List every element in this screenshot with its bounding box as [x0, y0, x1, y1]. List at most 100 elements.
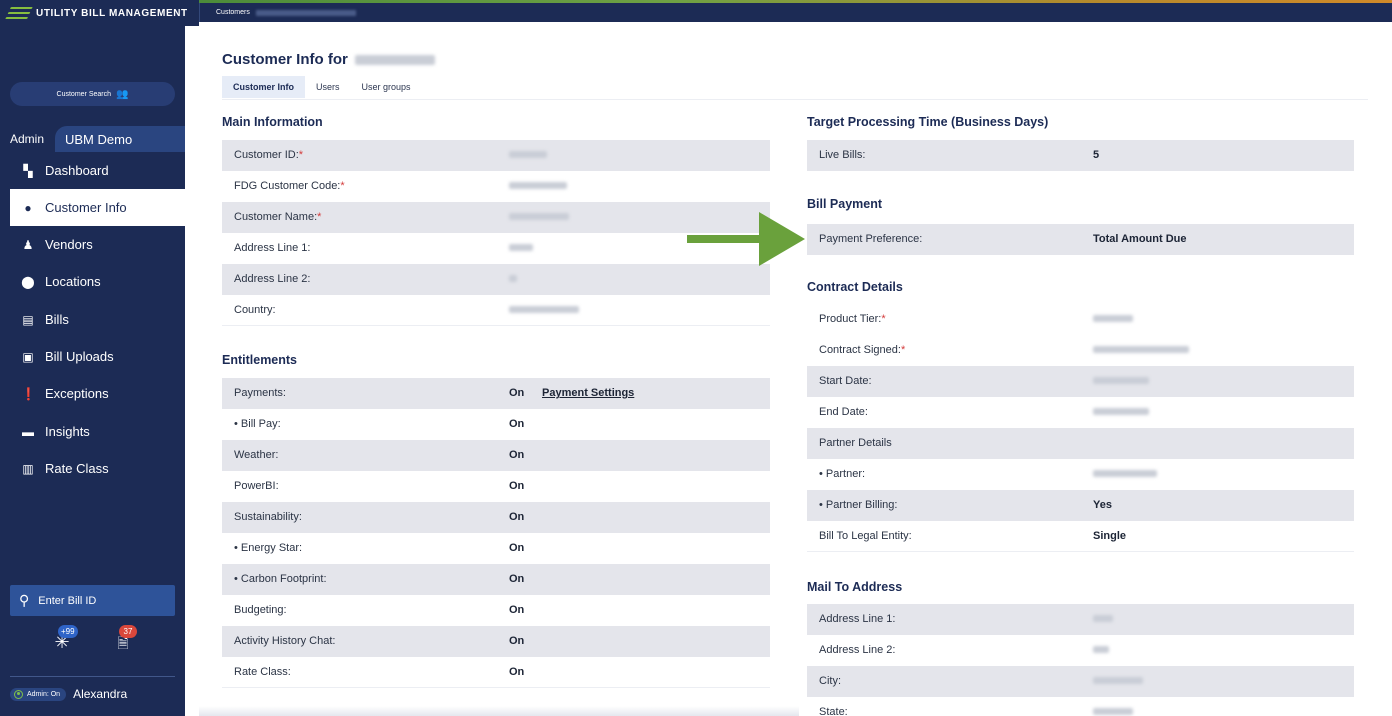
table-row: PowerBI: On	[234, 480, 525, 492]
sidebar-item-exceptions[interactable]: ❗ Exceptions	[0, 375, 185, 412]
table-row: Weather: On	[222, 440, 770, 471]
app-brand[interactable]: UTILITY BILL MANAGEMENT	[0, 0, 199, 26]
upload-icon: ▣	[22, 349, 34, 364]
sidebar-item-rate-class[interactable]: ▥ Rate Class	[0, 450, 185, 487]
sidebar-item-insights[interactable]: ▬ Insights	[0, 413, 185, 450]
tab-divider	[222, 99, 1368, 100]
bill-id-input[interactable]: Enter Bill ID	[38, 595, 96, 607]
org-name-tab[interactable]: UBM Demo	[55, 126, 185, 152]
admin-toggle[interactable]: Admin: On	[10, 687, 67, 701]
page-title: Customer Info for	[222, 51, 436, 68]
payment-settings-link[interactable]: Payment Settings	[542, 387, 634, 399]
app-title: UTILITY BILL MANAGEMENT	[36, 7, 188, 19]
table-row: Start Date:	[807, 366, 1354, 397]
org-selector: Admin UBM Demo	[0, 126, 185, 152]
redacted-value	[1093, 315, 1133, 322]
redacted-value	[1093, 346, 1189, 353]
sidebar-item-label: Exceptions	[45, 386, 109, 401]
snowflake-notification[interactable]: ✳ +99	[50, 625, 78, 654]
tab-users[interactable]: Users	[305, 76, 351, 98]
table-row: Contract Signed:*	[807, 335, 1354, 366]
dashboard-icon: ▚	[23, 163, 33, 178]
sidebar-item-label: Rate Class	[45, 461, 109, 476]
bill-id-search[interactable]: ⚲ Enter Bill ID	[10, 585, 175, 616]
table-row: • Energy Star: On	[234, 542, 525, 554]
redacted-value	[1093, 470, 1157, 477]
mail-to-address-title: Mail To Address	[807, 580, 903, 594]
bill-payment-title: Bill Payment	[807, 197, 883, 211]
redacted-value	[1093, 646, 1109, 653]
redacted-value	[1093, 708, 1133, 715]
redacted-value	[1093, 377, 1149, 384]
sidebar-item-label: Bill Uploads	[45, 349, 114, 364]
alert-icon: ❗	[21, 386, 36, 401]
tab-customer-info[interactable]: Customer Info	[222, 76, 306, 98]
redacted-value	[509, 213, 569, 220]
table-row: Partner Details	[807, 428, 1354, 459]
redacted-value	[509, 275, 517, 282]
sidebar-item-label: Vendors	[45, 237, 93, 252]
breadcrumb-customers[interactable]: Customers	[216, 9, 250, 16]
sidebar-item-label: Customer Info	[45, 200, 127, 215]
table-row: Address Line 1:	[807, 604, 1354, 635]
tabs: Customer Info Users User groups	[222, 76, 422, 98]
redacted-value	[1093, 677, 1143, 684]
sidebar-item-bills[interactable]: ▤ Bills	[0, 301, 185, 338]
redacted-value	[509, 306, 579, 313]
brand-logo-icon	[5, 7, 33, 19]
table-row: • Partner:	[807, 459, 1354, 490]
tab-user-groups[interactable]: User groups	[351, 76, 422, 98]
table-row: Activity History Chat: On	[222, 626, 770, 657]
chart-icon: ▥	[22, 461, 34, 476]
map-pin-icon: ⬤	[21, 274, 35, 289]
message-icon: ▬	[22, 424, 34, 439]
redacted-value	[509, 182, 567, 189]
main-content: Customer Info for Customer Info Users Us…	[199, 22, 1392, 716]
table-row: Address Line 2:	[807, 635, 1354, 666]
sidebar-divider	[10, 676, 175, 677]
table-row: Live Bills: 5	[807, 140, 1354, 171]
sidebar-item-vendors[interactable]: ♟ Vendors	[0, 226, 185, 263]
table-row: Budgeting: On	[234, 604, 525, 616]
annotation-arrow-icon	[687, 212, 805, 266]
person-icon: ●	[24, 200, 32, 215]
contract-details-title: Contract Details	[807, 280, 903, 294]
customer-search-button[interactable]: Customer Search 👥	[10, 82, 175, 106]
table-row: • Carbon Footprint: On	[222, 564, 770, 595]
table-row: Country:	[222, 295, 770, 326]
redacted-value	[509, 151, 547, 158]
sidebar-item-label: Locations	[45, 274, 101, 289]
table-row: • Bill Pay: On	[234, 418, 525, 430]
table-row: Customer ID:*	[222, 140, 770, 171]
entitlements-title: Entitlements	[222, 353, 298, 367]
table-row: Product Tier:*	[807, 304, 1354, 335]
sidebar-item-dashboard[interactable]: ▚ Dashboard	[0, 152, 185, 189]
table-row: Payments: On Payment Settings	[222, 378, 770, 409]
customer-search-label: Customer Search	[56, 90, 111, 98]
search-icon: ⚲	[19, 592, 30, 608]
document-icon: ▤	[22, 312, 34, 327]
sidebar-item-bill-uploads[interactable]: ▣ Bill Uploads	[0, 338, 185, 375]
table-row: State:	[807, 697, 1354, 716]
admin-toggle-label: Admin: On	[27, 690, 61, 698]
admin-label: Admin	[10, 132, 45, 146]
user-search-icon: 👥	[116, 88, 129, 100]
sidebar-item-label: Dashboard	[45, 163, 109, 178]
table-row: Address Line 2:	[222, 264, 770, 295]
redacted-value	[509, 244, 533, 251]
user-name[interactable]: Alexandra	[73, 687, 127, 701]
vendor-icon: ♟	[22, 237, 34, 252]
table-row: City:	[807, 666, 1354, 697]
table-row: Sustainability: On	[222, 502, 770, 533]
scroll-fade	[199, 706, 799, 716]
table-row: End Date:	[807, 397, 1354, 428]
sidebar-item-customer-info[interactable]: ● Customer Info	[10, 189, 185, 226]
redacted-value	[1093, 408, 1149, 415]
sidebar-item-locations[interactable]: ⬤ Locations	[0, 263, 185, 300]
customer-name-redacted	[355, 55, 436, 66]
user-footer: Admin: On Alexandra	[10, 687, 127, 701]
breadcrumb: Customers	[199, 3, 1392, 22]
document-notification[interactable]: 🗎 37	[111, 625, 137, 654]
sidebar: Customer Search 👥 Admin UBM Demo ▚ Dashb…	[0, 26, 185, 716]
main-information-title: Main Information	[222, 115, 323, 129]
